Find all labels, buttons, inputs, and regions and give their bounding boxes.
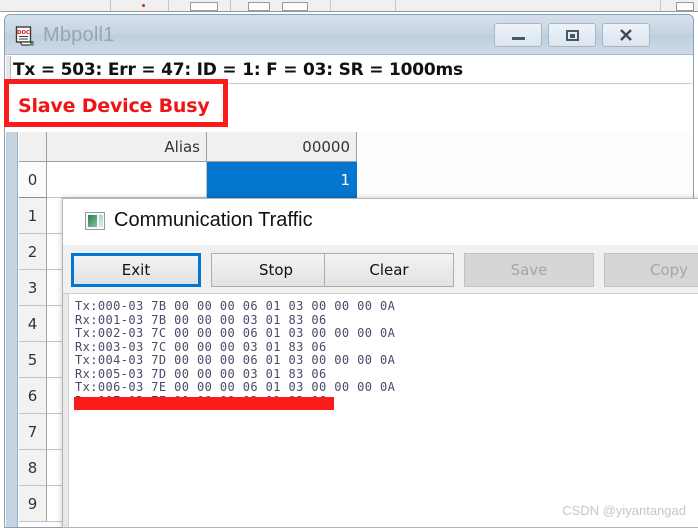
row-number[interactable]: 7 <box>19 414 47 450</box>
annotation-bar-log <box>74 397 334 410</box>
screenshot-root: DOC Mbpoll1 Tx = 503: Err = 47: ID = 1: … <box>0 0 698 528</box>
toolbar-icon-3[interactable] <box>282 2 308 11</box>
row-number[interactable]: 8 <box>19 450 47 486</box>
log-line: Tx:000-03 7B 00 00 00 06 01 03 00 00 00 … <box>75 299 396 313</box>
traffic-window-icon <box>85 212 105 230</box>
grid-header-value[interactable]: 00000 <box>207 132 357 162</box>
row-number[interactable]: 5 <box>19 342 47 378</box>
save-button: Save <box>464 253 594 287</box>
minimize-icon <box>495 24 541 46</box>
toolbar-icon-2[interactable] <box>248 2 270 11</box>
log-line: Rx:005-03 7D 00 00 00 03 01 83 06 <box>75 366 327 381</box>
table-row[interactable]: 01 <box>19 162 357 198</box>
log-line: Rx:001-03 7B 00 00 00 03 01 83 06 <box>75 312 327 327</box>
document-icon: DOC <box>15 26 34 46</box>
traffic-log-panel[interactable]: Tx:000-03 7B 00 00 00 06 01 03 00 00 00 … <box>63 293 698 527</box>
log-line: Rx:003-03 7C 00 00 00 03 01 83 06 <box>75 339 327 354</box>
application-toolbar[interactable] <box>0 0 698 12</box>
toolbar-icon-1[interactable] <box>190 2 218 11</box>
minimize-button[interactable] <box>494 23 542 47</box>
comm-traffic-button-bar: Exit Stop Clear Save Copy <box>63 249 698 291</box>
cell-value[interactable]: 1 <box>207 162 357 198</box>
toolbar-icon-4[interactable] <box>676 2 694 11</box>
status-text: Tx = 503: Err = 47: ID = 1: F = 03: SR =… <box>13 59 463 80</box>
row-number[interactable]: 0 <box>19 162 47 198</box>
grid-left-bar <box>6 132 18 527</box>
watermark: CSDN @yiyantangad <box>562 503 686 518</box>
comm-traffic-title-text: Communication Traffic <box>114 209 313 231</box>
log-line-list: Tx:000-03 7B 00 00 00 06 01 03 00 00 00 … <box>75 299 396 408</box>
cell-alias[interactable] <box>47 162 207 198</box>
record-dot-icon[interactable] <box>142 4 145 7</box>
annotation-box-error <box>4 79 228 127</box>
row-number[interactable]: 9 <box>19 486 47 522</box>
log-line: Tx:002-03 7C 00 00 00 06 01 03 00 00 00 … <box>75 326 396 340</box>
mbpoll1-title-text: Mbpoll1 <box>43 24 115 46</box>
copy-button: Copy <box>604 253 698 287</box>
comm-traffic-title-bar[interactable]: Communication Traffic <box>63 199 698 245</box>
grid-header-alias[interactable]: Alias <box>47 132 207 162</box>
maximize-button[interactable] <box>548 23 596 47</box>
log-line: Tx:004-03 7D 00 00 00 06 01 03 00 00 00 … <box>75 353 396 367</box>
log-gutter <box>63 294 69 527</box>
row-number[interactable]: 3 <box>19 270 47 306</box>
row-number[interactable]: 2 <box>19 234 47 270</box>
row-number[interactable]: 6 <box>19 378 47 414</box>
log-line: Tx:006-03 7E 00 00 00 06 01 03 00 00 00 … <box>75 380 396 394</box>
maximize-icon <box>549 24 595 46</box>
communication-traffic-dialog: Communication Traffic Exit Stop Clear Save C… <box>62 198 698 528</box>
grid-header-row: Alias 00000 <box>19 132 357 162</box>
row-number[interactable]: 4 <box>19 306 47 342</box>
stop-button[interactable]: Stop <box>211 253 341 287</box>
close-button[interactable] <box>602 23 650 47</box>
exit-button[interactable]: Exit <box>71 253 201 287</box>
clear-button[interactable]: Clear <box>324 253 454 287</box>
mbpoll1-title-bar[interactable]: DOC Mbpoll1 <box>5 15 693 55</box>
close-icon <box>603 24 649 46</box>
svg-text:DOC: DOC <box>17 30 30 36</box>
grid-header-corner <box>19 132 47 162</box>
row-number[interactable]: 1 <box>19 198 47 234</box>
